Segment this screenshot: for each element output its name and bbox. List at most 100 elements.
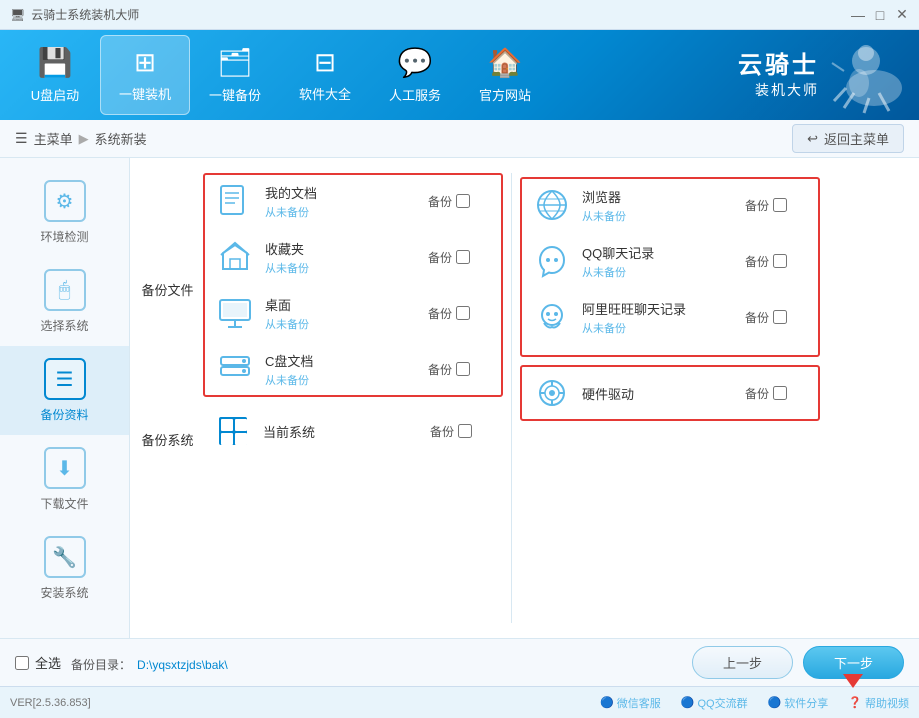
aliwangwang-icon-wrap [530,295,574,339]
next-btn-wrapper: 下一步 [803,646,904,679]
right-column: 浏览器 从未备份 备份 [520,173,820,425]
section-labels: 备份文件 备份系统 [140,173,195,479]
qq-footer-icon: 🔵 [681,696,695,709]
right-files-box: 浏览器 从未备份 备份 [520,177,820,357]
prev-button[interactable]: 上一步 [692,646,793,679]
nav-item-service[interactable]: 💬 人工服务 [370,35,460,115]
nav-buttons: 上一步 下一步 [692,646,904,679]
system-backup-label: 备份 [430,423,454,440]
app-title: 云骑士系统装机大师 [31,6,139,23]
aliwangwang-backup-label: 备份 [745,309,769,326]
download-icon-wrap: ⬇ [44,447,86,489]
footer-link-help[interactable]: ❓ 帮助视频 [848,695,909,711]
hardware-checkbox[interactable] [773,386,787,400]
nav-item-install[interactable]: ⊞ 一键装机 [100,35,190,115]
qq-checkbox[interactable] [773,254,787,268]
wechat-label: 微信客服 [617,695,661,711]
system-backup-ctrl: 备份 [430,423,495,440]
nav-item-software[interactable]: ⊟ 软件大全 [280,35,370,115]
desktop-name: 桌面 [265,295,420,314]
hardware-details: 硬件驱动 [582,384,737,403]
list-item: 我的文档 从未备份 备份 [213,179,493,223]
share-label: 软件分享 [784,695,828,711]
breadcrumb-bar: ☰ 主菜单 ▶ 系统新装 ↩ 返回主菜单 [0,120,919,158]
close-button[interactable]: ✕ [895,8,909,22]
hardware-backup-ctrl: 备份 [745,385,810,402]
action-bar: 全选 备份目录： D:\yqsxtzjds\bak\ 上一步 下一步 [0,638,919,686]
desktop-status: 从未备份 [265,316,420,332]
nav-item-backup[interactable]: 🗂 一键备份 [190,35,280,115]
backup-files-box: 我的文档 从未备份 备份 [203,173,503,397]
version-label: VER[2.5.36.853] [10,697,91,709]
breadcrumb-separator: ▶ [79,131,89,147]
title-bar: 🖥 云骑士系统装机大师 — □ ✕ [0,0,919,30]
install-icon: ⊞ [134,47,156,78]
qq-status: 从未备份 [582,264,737,280]
desktop-backup-label: 备份 [428,305,452,322]
desktop-checkbox[interactable] [456,306,470,320]
docs-details: 我的文档 从未备份 [265,183,420,220]
nav-item-usb[interactable]: 💾 U盘启动 [10,35,100,115]
qq-name: QQ聊天记录 [582,243,737,262]
select-all-checkbox[interactable] [15,656,29,670]
system-icon-wrap [211,409,255,453]
cdrive-status: 从未备份 [265,372,420,388]
share-icon: 🔵 [768,696,782,709]
service-icon: 💬 [398,46,433,79]
app-icon: 🖥 [10,8,25,22]
back-button[interactable]: ↩ 返回主菜单 [792,124,904,153]
aliwangwang-details: 阿里旺旺聊天记录 从未备份 [582,299,737,336]
docs-backup-label: 备份 [428,193,452,210]
nav-label-service: 人工服务 [389,85,441,104]
select-all-row: 全选 [15,653,61,672]
list-item: 硬件驱动 备份 [530,371,810,415]
minimize-button[interactable]: — [851,8,865,22]
qq-icon-wrap [530,239,574,283]
setup-icon-wrap: 🔧 [44,536,86,578]
cdrive-name: C盘文档 [265,351,420,370]
cdrive-checkbox[interactable] [456,362,470,376]
browser-checkbox[interactable] [773,198,787,212]
footer-link-wechat[interactable]: 🔵 微信客服 [600,695,661,711]
system-checkbox[interactable] [458,424,472,438]
docs-checkbox[interactable] [456,194,470,208]
wechat-icon: 🔵 [600,696,614,709]
sidebar-item-setup[interactable]: 🔧 安装系统 [0,524,129,613]
footer-link-qq[interactable]: 🔵 QQ交流群 [681,695,748,711]
list-item: QQ聊天记录 从未备份 备份 [530,239,810,283]
browser-backup-ctrl: 备份 [745,197,810,214]
breadcrumb-home[interactable]: 主菜单 [34,129,73,148]
hardware-name: 硬件驱动 [582,384,737,403]
sidebar-item-env[interactable]: ⚙ 环境检测 [0,168,129,257]
nav-label-install: 一键装机 [119,84,171,103]
env-icon-wrap: ⚙ [44,180,86,222]
select-icon: 🖱 [59,279,71,302]
breadcrumb: ☰ 主菜单 ▶ 系统新装 [15,129,147,148]
browser-status: 从未备份 [582,208,737,224]
favorites-checkbox[interactable] [456,250,470,264]
nav-label-backup: 一键备份 [209,85,261,104]
cdrive-backup-ctrl: 备份 [428,361,493,378]
help-icon: ❓ [848,696,862,709]
footer-links: 🔵 微信客服 🔵 QQ交流群 🔵 软件分享 ❓ 帮助视频 [600,695,909,711]
aliwangwang-checkbox[interactable] [773,310,787,324]
sidebar-item-download[interactable]: ⬇ 下载文件 [0,435,129,524]
cdrive-details: C盘文档 从未备份 [265,351,420,388]
cdrive-icon-wrap [213,347,257,391]
desktop-backup-ctrl: 备份 [428,305,493,322]
list-item: C盘文档 从未备份 备份 [213,347,493,391]
nav-item-website[interactable]: 🏠 官方网站 [460,35,550,115]
hardware-icon-wrap [530,371,574,415]
sidebar-item-backup-data[interactable]: ☰ 备份资料 [0,346,129,435]
footer-link-share[interactable]: 🔵 软件分享 [768,695,829,711]
label-backup-system: 备份系统 [140,399,195,479]
docs-backup-ctrl: 备份 [428,193,493,210]
list-item: 收藏夹 从未备份 备份 [213,235,493,279]
select-all-label: 全选 [35,653,61,672]
sidebar-item-select[interactable]: 🖱 选择系统 [0,257,129,346]
maximize-button[interactable]: □ [873,8,887,22]
browser-name: 浏览器 [582,187,737,206]
backup-dir-path[interactable]: D:\yqsxtzjds\bak\ [137,658,228,672]
help-label: 帮助视频 [865,695,909,711]
favorites-icon-wrap [213,235,257,279]
